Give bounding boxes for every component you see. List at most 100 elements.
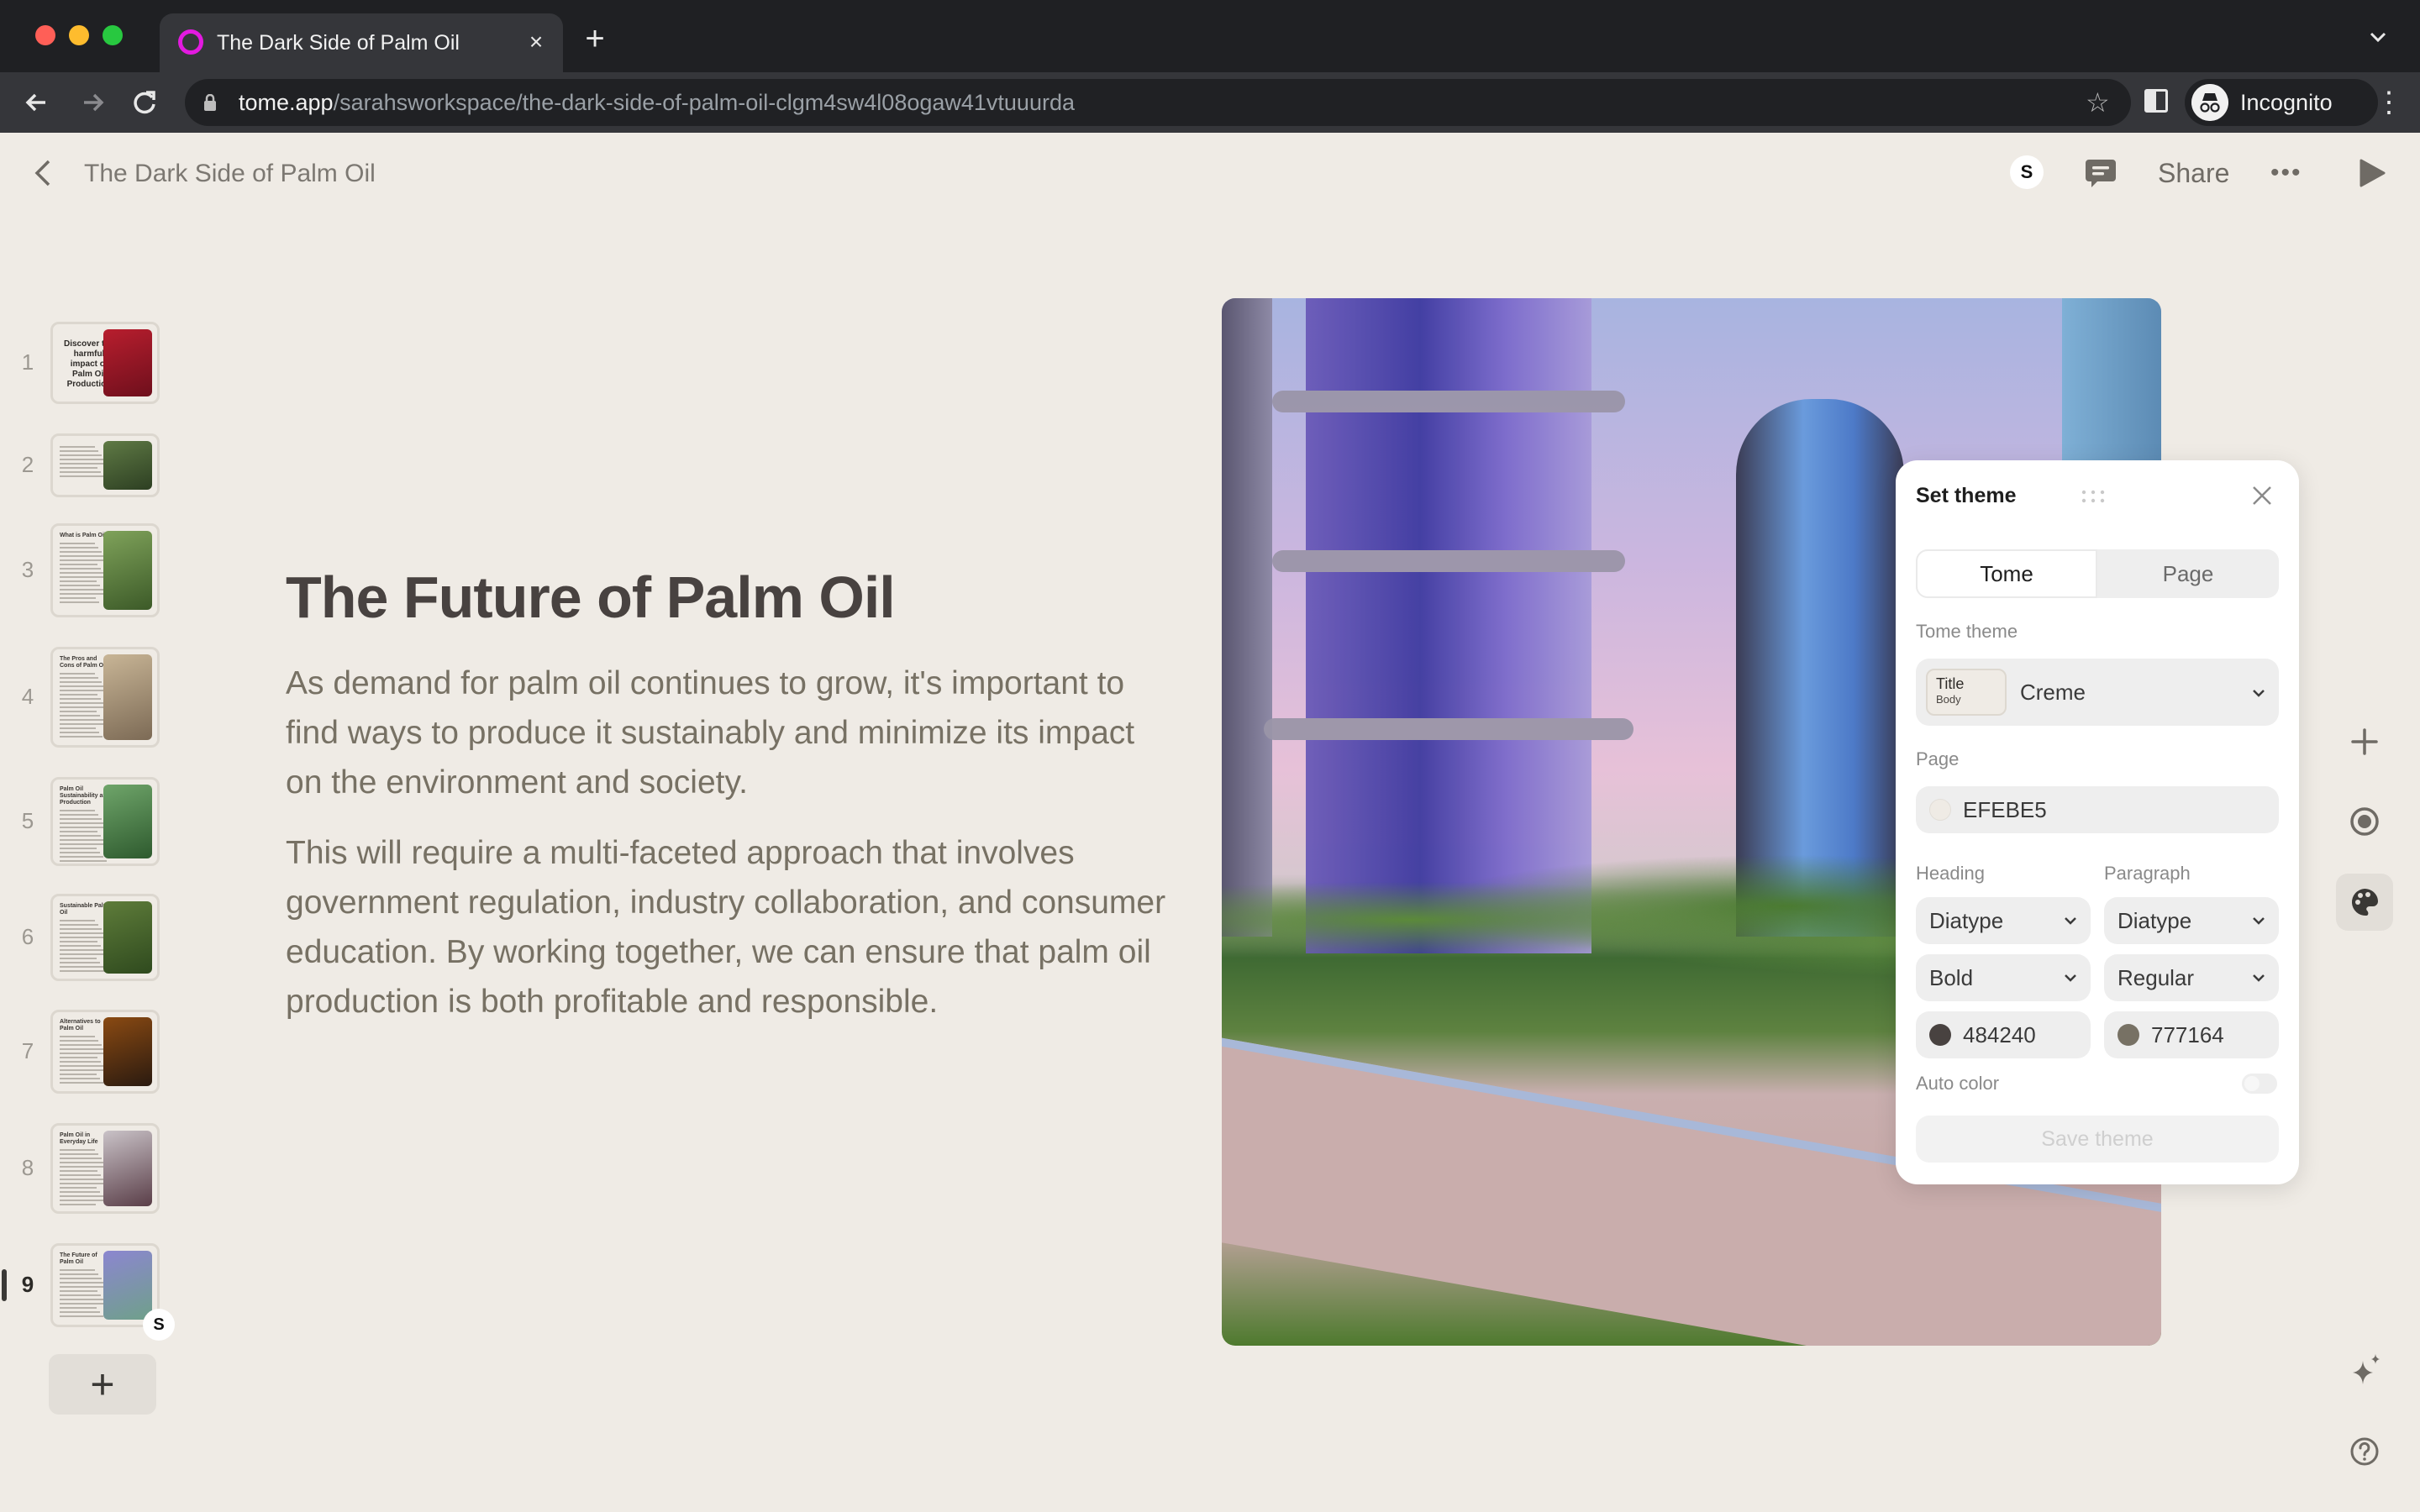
thumbnail-text-line — [60, 551, 103, 553]
present-play-icon[interactable] — [2358, 158, 2386, 188]
save-theme-button[interactable]: Save theme — [1916, 1116, 2279, 1163]
document-title[interactable]: The Dark Side of Palm Oil — [84, 158, 376, 190]
browser-menu-icon[interactable]: ⋮ — [2375, 84, 2403, 121]
window-close-button[interactable] — [35, 25, 55, 45]
incognito-profile-button[interactable]: Incognito — [2185, 79, 2378, 126]
side-panel-icon[interactable] — [2144, 89, 2168, 113]
page-thumbnail[interactable]: What is Palm Oil? — [50, 523, 160, 617]
user-avatar[interactable]: S — [2010, 155, 2044, 189]
thumbnail-text-line — [60, 848, 97, 849]
sparkle-icon — [2353, 1354, 2380, 1384]
tab-close-icon[interactable]: × — [521, 25, 551, 59]
thumbnail-text-line — [60, 949, 105, 951]
tab-search-chevron-icon[interactable] — [2366, 25, 2390, 49]
thumbnail-image — [103, 329, 152, 396]
url-path: /sarahsworkspace/the-dark-side-of-palm-o… — [333, 90, 1075, 115]
address-bar[interactable]: tome.app/sarahsworkspace/the-dark-side-o… — [185, 79, 2131, 126]
page-color-input[interactable]: EFEBE5 — [1916, 786, 2279, 833]
thumbnail-text-line — [60, 928, 103, 930]
panel-title: Set theme — [1916, 484, 2017, 507]
thumbnail-text-line — [60, 810, 95, 811]
thumbnail-text: Palm Oil Sustainability and Production — [60, 786, 110, 864]
chevron-down-icon — [2253, 974, 2265, 982]
comment-icon[interactable] — [2084, 156, 2118, 190]
thumbnail-text-line — [60, 1183, 108, 1184]
thumbnail-text-line — [60, 1153, 99, 1155]
thumbnail-text-line — [60, 1162, 106, 1163]
thumbnail-text-line — [60, 1170, 97, 1172]
window-minimize-button[interactable] — [69, 25, 89, 45]
page-color-swatch[interactable] — [1929, 799, 1951, 821]
page-number: 4 — [21, 684, 34, 709]
reload-icon[interactable] — [126, 84, 163, 121]
paragraph-font-value: Diatype — [2118, 908, 2192, 933]
thumbnail-text-line — [60, 822, 106, 824]
theme-button[interactable] — [2336, 874, 2393, 931]
thumbnail-text-line — [60, 1191, 100, 1193]
page-thumbnail[interactable]: Palm Oil Sustainability and Production — [50, 777, 160, 866]
thumbnail-text-line — [60, 962, 100, 963]
add-page-button[interactable]: + — [49, 1354, 156, 1415]
heading-color-input[interactable]: 484240 — [1916, 1011, 2091, 1058]
heading-color-swatch[interactable] — [1929, 1024, 1951, 1046]
page-thumbnail[interactable]: The Future of Palm Oil — [50, 1243, 160, 1327]
thumbnail-text-line — [60, 1282, 106, 1284]
tome-theme-select[interactable]: Title Body Creme — [1916, 659, 2279, 726]
paragraph-color-input[interactable]: 777164 — [2104, 1011, 2279, 1058]
page-number: 5 — [21, 808, 34, 833]
ai-assistant-button[interactable] — [2336, 1339, 2393, 1396]
page-thumbnail[interactable]: Sustainable Palm Oil — [50, 894, 160, 981]
page-thumbnail[interactable]: Alternatives to Palm Oil — [50, 1010, 160, 1094]
thumbnail-text-line — [60, 924, 99, 926]
forward-arrow-icon[interactable] — [74, 84, 111, 121]
add-tile-button[interactable] — [2336, 713, 2393, 770]
plus-icon — [2351, 728, 2378, 755]
slide-heading[interactable]: The Future of Palm Oil — [286, 561, 896, 633]
page-thumbnail[interactable] — [50, 433, 160, 497]
slide-paragraph[interactable]: This will require a multi-faceted approa… — [286, 828, 1176, 1026]
page-number: 2 — [21, 452, 34, 477]
thumbnail-text-line — [60, 706, 108, 708]
heading-weight-select[interactable]: Bold — [1916, 954, 2091, 1001]
thumbnail-text-line — [60, 937, 109, 938]
chevron-down-icon — [2065, 917, 2076, 925]
auto-color-toggle[interactable] — [2242, 1074, 2277, 1094]
page-thumbnail[interactable]: Palm Oil in Everyday Life — [50, 1123, 160, 1214]
thumbnail-text-line — [60, 1204, 96, 1205]
help-button[interactable] — [2336, 1423, 2393, 1480]
paragraph-color-swatch[interactable] — [2118, 1024, 2139, 1046]
page-color-value: EFEBE5 — [1963, 797, 2047, 822]
page-thumbnail[interactable]: Discover the harmful impact of Palm Oil … — [50, 322, 160, 404]
heading-font-select[interactable]: Diatype — [1916, 897, 2091, 944]
thumbnail-text-line — [60, 970, 108, 972]
tab-page[interactable]: Page — [2097, 549, 2279, 598]
browser-tab-active[interactable]: The Dark Side of Palm Oil × — [160, 13, 563, 72]
page-thumbnail[interactable]: The Pros and Cons of Palm Oil — [50, 647, 160, 748]
back-chevron-icon[interactable] — [30, 158, 55, 188]
tab-tome[interactable]: Tome — [1916, 549, 2097, 598]
slide-paragraph[interactable]: As demand for palm oil continues to grow… — [286, 659, 1176, 807]
drag-handle-icon[interactable] — [2081, 489, 2106, 504]
set-theme-panel: Set theme Tome Page Tome theme Title Bod… — [1896, 460, 2299, 1184]
thumbnail-text-line — [60, 1048, 106, 1050]
thumbnail-text-line — [60, 1158, 103, 1159]
thumbnail-image — [103, 1017, 152, 1086]
thumbnail-text-line — [60, 467, 97, 469]
close-icon[interactable] — [2247, 480, 2277, 511]
share-button[interactable]: Share — [2158, 156, 2229, 190]
browser-tab-bar: The Dark Side of Palm Oil × + — [0, 0, 2420, 72]
paragraph-font-select[interactable]: Diatype — [2104, 897, 2279, 944]
bookmark-star-icon[interactable]: ☆ — [2086, 87, 2110, 118]
thumbnail-text-line — [60, 732, 99, 733]
thumbnail-text-line — [60, 559, 109, 561]
window-zoom-button[interactable] — [103, 25, 123, 45]
thumbnail-text-line — [60, 966, 104, 968]
back-arrow-icon[interactable] — [18, 84, 55, 121]
url-text[interactable]: tome.app/sarahsworkspace/the-dark-side-o… — [239, 88, 1075, 117]
more-options-icon[interactable]: ••• — [2270, 156, 2302, 190]
paragraph-weight-select[interactable]: Regular — [2104, 954, 2279, 1001]
thumbnail-text: Sustainable Palm Oil — [60, 903, 110, 974]
new-tab-button[interactable]: + — [578, 22, 612, 55]
record-button[interactable] — [2336, 793, 2393, 850]
thumbnail-text-line — [60, 1061, 102, 1063]
